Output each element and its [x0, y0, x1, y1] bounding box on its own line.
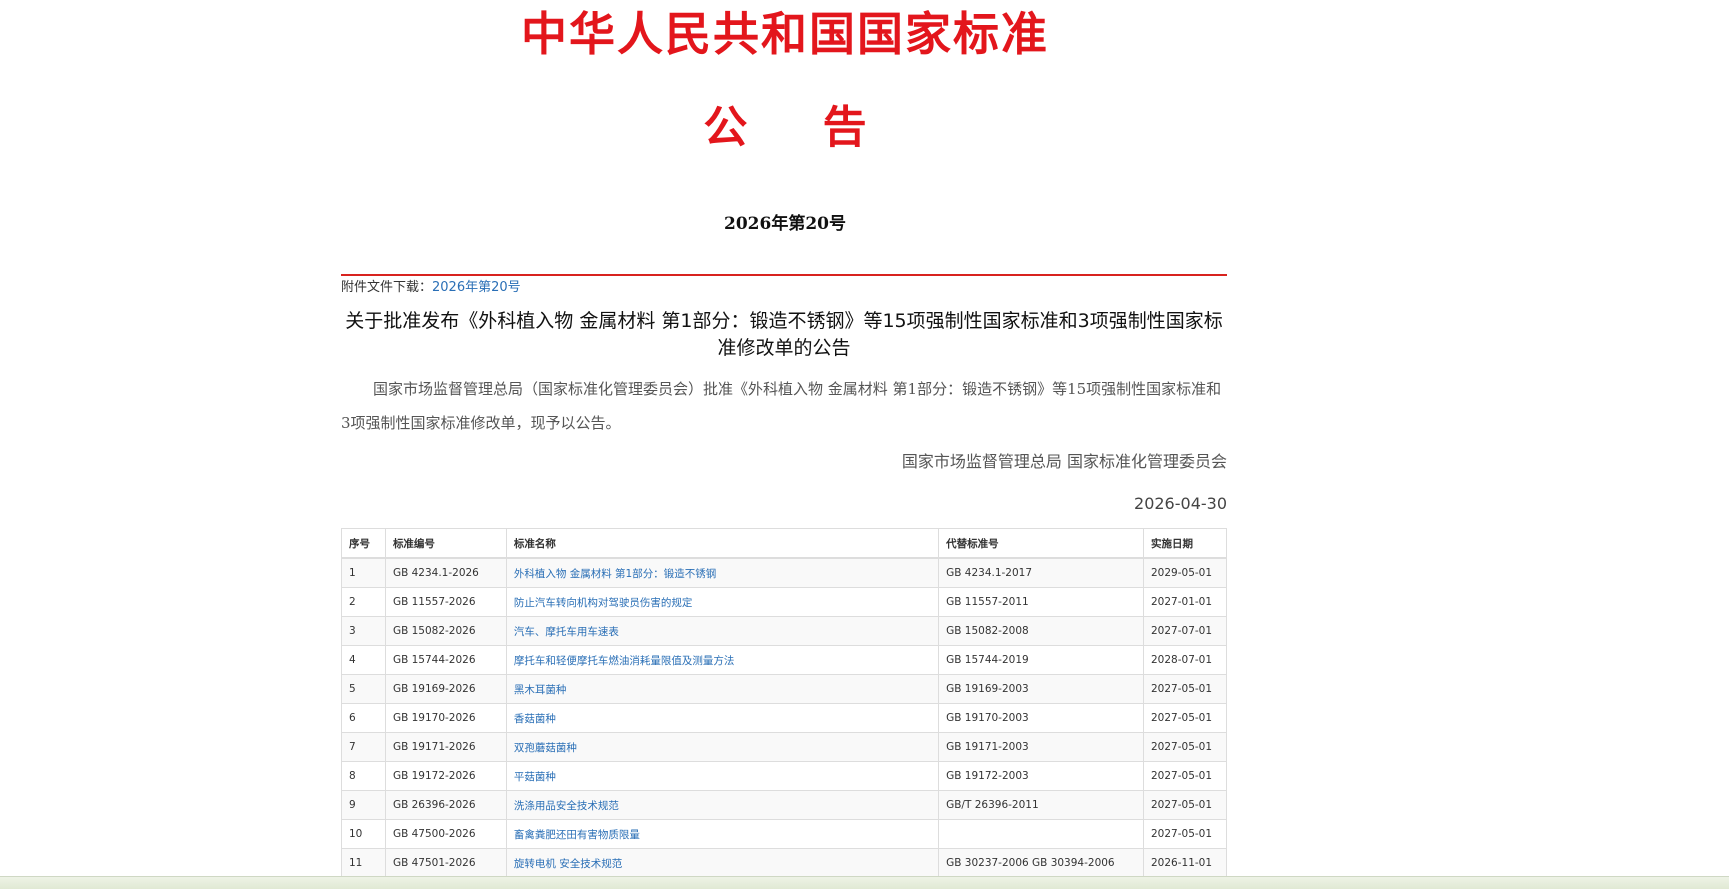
table-row: 7 GB 19171-2026 双孢蘑菇菌种 GB 19171-2003 202… [341, 732, 1227, 762]
cell-date: 2027-01-01 [1143, 587, 1227, 617]
cell-code: GB 19171-2026 [384, 732, 507, 762]
cell-date: 2027-05-01 [1143, 732, 1227, 762]
page: 中华人民共和国国家标准 公 告 2026年第20号 附件文件下载：2026年第2… [0, 0, 1729, 889]
table-row: 6 GB 19170-2026 香菇菌种 GB 19170-2003 2027-… [341, 703, 1227, 733]
cell-index: 8 [341, 761, 386, 791]
cell-name-link[interactable]: 双孢蘑菇菌种 [505, 732, 940, 762]
page-title: 中华人民共和国国家标准 [521, 7, 1049, 61]
table-row: 1 GB 4234.1-2026 外科植入物 金属材料 第1部分：锻造不锈钢 G… [341, 557, 1227, 588]
cell-replaces: GB 19171-2003 [938, 732, 1144, 762]
table-row: 2 GB 11557-2026 防止汽车转向机构对驾驶员伤害的规定 GB 115… [341, 587, 1227, 617]
cell-date: 2027-05-01 [1143, 674, 1227, 704]
cell-replaces [938, 819, 1144, 849]
cell-index: 5 [341, 674, 386, 704]
cell-code: GB 47501-2026 [384, 848, 507, 878]
cell-date: 2027-05-01 [1143, 761, 1227, 791]
cell-replaces: GB 19172-2003 [938, 761, 1144, 791]
column-header-name: 标准名称 [505, 528, 940, 559]
column-header-date: 实施日期 [1143, 528, 1227, 559]
document-signer: 国家市场监督管理总局 国家标准化管理委员会 [901, 452, 1227, 471]
table-row: 9 GB 26396-2026 洗涤用品安全技术规范 GB/T 26396-20… [341, 790, 1227, 820]
cell-index: 2 [341, 587, 386, 617]
standards-table: 序号 标准编号 标准名称 代替标准号 实施日期 1 GB 4234.1-2026… [341, 528, 1227, 878]
cell-name-link[interactable]: 汽车、摩托车用车速表 [505, 616, 940, 646]
window-bottom-bar [0, 876, 1729, 889]
cell-name-link[interactable]: 外科植入物 金属材料 第1部分：锻造不锈钢 [505, 557, 940, 588]
cell-replaces: GB 30237-2006 GB 30394-2006 [938, 848, 1144, 878]
cell-name-link[interactable]: 畜禽粪肥还田有害物质限量 [505, 819, 940, 849]
header-divider [341, 274, 1227, 276]
cell-replaces: GB/T 26396-2011 [938, 790, 1144, 820]
cell-index: 4 [341, 645, 386, 675]
cell-name-link[interactable]: 平菇菌种 [505, 761, 940, 791]
document-title: 关于批准发布《外科植入物 金属材料 第1部分：锻造不锈钢》等15项强制性国家标准… [345, 310, 1223, 359]
cell-replaces: GB 11557-2011 [938, 587, 1144, 617]
table-row: 3 GB 15082-2026 汽车、摩托车用车速表 GB 15082-2008… [341, 616, 1227, 646]
cell-code: GB 15082-2026 [384, 616, 507, 646]
cell-date: 2027-05-01 [1143, 703, 1227, 733]
cell-index: 11 [341, 848, 386, 878]
table-row: 11 GB 47501-2026 旋转电机 安全技术规范 GB 30237-20… [341, 848, 1227, 878]
cell-date: 2028-07-01 [1143, 645, 1227, 675]
column-header-code: 标准编号 [384, 528, 507, 559]
cell-index: 6 [341, 703, 386, 733]
column-header-index: 序号 [341, 528, 386, 559]
cell-code: GB 19170-2026 [384, 703, 507, 733]
document-body: 国家市场监督管理总局（国家标准化管理委员会）批准《外科植入物 金属材料 第1部分… [341, 380, 1222, 432]
issue-number: 2026年第20号 [724, 214, 846, 234]
cell-date: 2027-05-01 [1143, 790, 1227, 820]
column-header-replaces: 代替标准号 [938, 528, 1144, 559]
cell-index: 7 [341, 732, 386, 762]
cell-index: 1 [341, 557, 386, 588]
cell-code: GB 19172-2026 [384, 761, 507, 791]
table-row: 5 GB 19169-2026 黑木耳菌种 GB 19169-2003 2027… [341, 674, 1227, 704]
cell-date: 2026-11-01 [1143, 848, 1227, 878]
cell-replaces: GB 15744-2019 [938, 645, 1144, 675]
cell-index: 3 [341, 616, 386, 646]
cell-replaces: GB 15082-2008 [938, 616, 1144, 646]
cell-name-link[interactable]: 洗涤用品安全技术规范 [505, 790, 940, 820]
cell-replaces: GB 19169-2003 [938, 674, 1144, 704]
cell-code: GB 26396-2026 [384, 790, 507, 820]
cell-date: 2027-07-01 [1143, 616, 1227, 646]
cell-code: GB 47500-2026 [384, 819, 507, 849]
cell-name-link[interactable]: 黑木耳菌种 [505, 674, 940, 704]
document-date: 2026-04-30 [1134, 494, 1227, 513]
cell-name-link[interactable]: 旋转电机 安全技术规范 [505, 848, 940, 878]
cell-name-link[interactable]: 防止汽车转向机构对驾驶员伤害的规定 [505, 587, 940, 617]
attachment-row: 附件文件下载：2026年第20号 [341, 278, 1227, 298]
cell-name-link[interactable]: 摩托车和轻便摩托车燃油消耗量限值及测量方法 [505, 645, 940, 675]
attachment-download-link[interactable]: 2026年第20号 [432, 280, 521, 295]
table-header-row: 序号 标准编号 标准名称 代替标准号 实施日期 [341, 528, 1227, 559]
cell-code: GB 4234.1-2026 [384, 557, 507, 588]
attachment-label: 附件文件下载： [341, 280, 433, 295]
cell-index: 10 [341, 819, 386, 849]
table-row: 10 GB 47500-2026 畜禽粪肥还田有害物质限量 2027-05-01 [341, 819, 1227, 849]
table-row: 8 GB 19172-2026 平菇菌种 GB 19172-2003 2027-… [341, 761, 1227, 791]
cell-code: GB 19169-2026 [384, 674, 507, 704]
announcement-heading: 公 告 [703, 102, 897, 153]
cell-index: 9 [341, 790, 386, 820]
cell-code: GB 11557-2026 [384, 587, 507, 617]
table-row: 4 GB 15744-2026 摩托车和轻便摩托车燃油消耗量限值及测量方法 GB… [341, 645, 1227, 675]
cell-date: 2029-05-01 [1143, 557, 1227, 588]
cell-replaces: GB 19170-2003 [938, 703, 1144, 733]
announcement-content: 附件文件下载：2026年第20号 关于批准发布《外科植入物 金属材料 第1部分：… [341, 274, 1227, 878]
cell-code: GB 15744-2026 [384, 645, 507, 675]
cell-date: 2027-05-01 [1143, 819, 1227, 849]
cell-name-link[interactable]: 香菇菌种 [505, 703, 940, 733]
cell-replaces: GB 4234.1-2017 [938, 557, 1144, 588]
